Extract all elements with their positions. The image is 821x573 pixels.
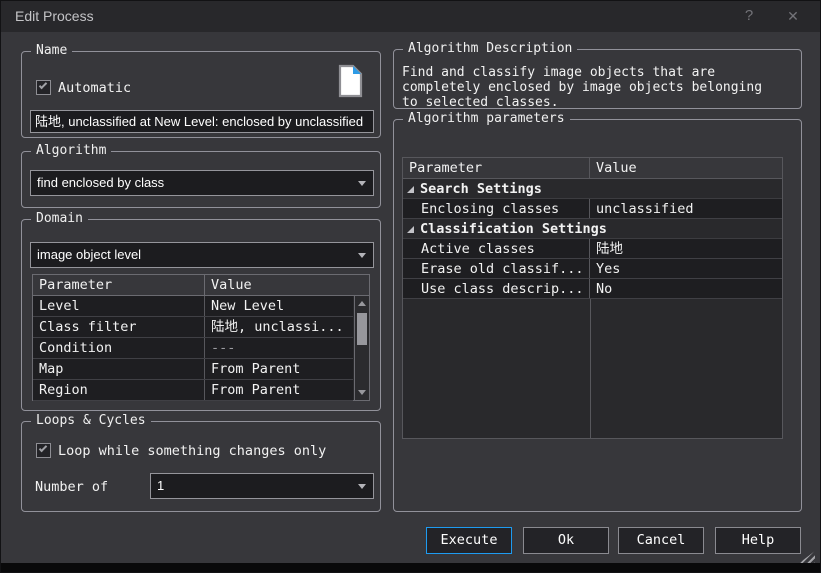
cell-parameter: Enclosing classes: [403, 199, 590, 218]
column-header-value[interactable]: Value: [205, 275, 369, 295]
table-row[interactable]: Active classes陆地: [403, 239, 782, 259]
algorithm-select-value: find enclosed by class: [37, 171, 351, 195]
loop-while-changes-label: Loop while something changes only: [58, 443, 326, 459]
expanded-triangle-icon[interactable]: [407, 186, 414, 193]
number-of-value: 1: [157, 474, 351, 498]
cancel-button[interactable]: Cancel: [618, 527, 704, 554]
column-header-parameter[interactable]: Parameter: [33, 275, 205, 295]
table-row[interactable]: Enclosing classesunclassified: [403, 199, 782, 219]
cell-value: From Parent: [205, 380, 353, 400]
table-row[interactable]: LevelNew Level: [33, 296, 353, 317]
cell-parameter: Class filter: [33, 317, 205, 337]
scroll-up-icon[interactable]: [355, 297, 369, 311]
group-row-label: Search Settings: [418, 179, 542, 198]
parameters-table-header: Parameter Value: [403, 158, 782, 179]
domain-select-value: image object level: [37, 243, 351, 267]
cell-parameter: Level: [33, 296, 205, 316]
cell-parameter: Erase old classif...: [403, 259, 590, 278]
number-of-label: Number of: [35, 479, 108, 495]
cell-parameter: Use class descrip...: [403, 279, 590, 298]
expanded-triangle-icon[interactable]: [407, 226, 414, 233]
table-row[interactable]: Use class descrip...No: [403, 279, 782, 299]
cell-value: No: [590, 279, 782, 298]
close-icon[interactable]: ✕: [780, 1, 806, 32]
ok-button[interactable]: Ok: [523, 527, 609, 554]
description-line: completely enclosed by image objects bel…: [402, 80, 793, 95]
algorithm-select[interactable]: find enclosed by class: [30, 170, 374, 196]
algorithm-group: Algorithm find enclosed by class: [21, 151, 381, 208]
table-group-row[interactable]: Classification Settings: [403, 219, 782, 239]
cell-parameter: Map: [33, 359, 205, 379]
cell-value: Yes: [590, 259, 782, 278]
table-row[interactable]: Condition---: [33, 338, 353, 359]
algorithm-description-group: Algorithm Description Find and classify …: [393, 49, 802, 109]
domain-table-scrollbar[interactable]: [354, 296, 369, 400]
parameters-table-body: Search SettingsEnclosing classesunclassi…: [403, 179, 782, 438]
edit-process-dialog: Edit Process ? ✕ Name Automatic 陆地, uncl…: [0, 0, 821, 573]
description-line: Find and classify image objects that are: [402, 65, 793, 80]
loops-cycles-group: Loops & Cycles Loop while something chan…: [21, 421, 381, 512]
cell-value: 陆地: [590, 239, 782, 258]
cell-value: ---: [205, 338, 353, 358]
chevron-down-icon: [358, 253, 366, 258]
process-name-input[interactable]: 陆地, unclassified at New Level: enclosed …: [30, 110, 374, 133]
scrollbar-thumb[interactable]: [357, 313, 367, 345]
window-title: Edit Process: [15, 1, 94, 32]
cell-parameter: Region: [33, 380, 205, 400]
parameters-table-empty-area: [403, 299, 782, 438]
checkmark-icon: [39, 81, 47, 89]
algorithm-group-label: Algorithm: [31, 143, 111, 159]
domain-group: Domain image object level Parameter Valu…: [21, 219, 381, 411]
domain-select[interactable]: image object level: [30, 242, 374, 268]
name-group-label: Name: [31, 43, 72, 59]
domain-table-header: Parameter Value: [33, 275, 369, 296]
cell-parameter: Condition: [33, 338, 205, 358]
scroll-down-icon[interactable]: [355, 385, 369, 399]
algorithm-parameters-group: Algorithm parameters Parameter Value Sea…: [393, 119, 802, 512]
cell-parameter: Active classes: [403, 239, 590, 258]
chevron-down-icon: [358, 484, 366, 489]
automatic-checkbox[interactable]: [36, 80, 51, 95]
number-of-select[interactable]: 1: [150, 473, 374, 499]
chevron-down-icon: [358, 181, 366, 186]
table-row[interactable]: RegionFrom Parent: [33, 380, 353, 401]
table-group-row[interactable]: Search Settings: [403, 179, 782, 199]
description-line: to selected classes.: [402, 95, 793, 108]
domain-group-label: Domain: [31, 211, 88, 227]
loop-while-changes-checkbox[interactable]: [36, 443, 51, 458]
cell-value: New Level: [205, 296, 353, 316]
column-header-value[interactable]: Value: [590, 158, 782, 178]
help-button[interactable]: Help: [715, 527, 801, 554]
algorithm-parameters-table: Parameter Value Search SettingsEnclosing…: [402, 157, 783, 439]
name-group: Name Automatic 陆地, unclassified at New L…: [21, 51, 381, 138]
cell-value: 陆地, unclassi...: [205, 317, 353, 337]
loops-cycles-group-label: Loops & Cycles: [31, 413, 151, 429]
titlebar[interactable]: Edit Process ? ✕: [1, 1, 820, 32]
execute-button[interactable]: Execute: [426, 527, 512, 554]
algorithm-description-label: Algorithm Description: [403, 41, 577, 57]
column-header-parameter[interactable]: Parameter: [403, 158, 590, 178]
checkmark-icon: [39, 444, 47, 452]
algorithm-description-text: Find and classify image objects that are…: [402, 65, 793, 108]
column-divider: [590, 299, 591, 438]
group-row-label: Classification Settings: [418, 219, 607, 238]
table-row[interactable]: Erase old classif...Yes: [403, 259, 782, 279]
domain-table: Parameter Value LevelNew LevelClass filt…: [32, 274, 370, 401]
new-document-icon[interactable]: [338, 64, 363, 102]
window-bottom-edge: [1, 563, 820, 573]
cell-value: unclassified: [590, 199, 782, 218]
help-icon[interactable]: ?: [736, 1, 762, 32]
algorithm-parameters-label: Algorithm parameters: [403, 111, 570, 127]
automatic-checkbox-label: Automatic: [58, 80, 131, 96]
cell-value: From Parent: [205, 359, 353, 379]
domain-table-body: LevelNew LevelClass filter陆地, unclassi..…: [33, 296, 353, 400]
table-row[interactable]: Class filter陆地, unclassi...: [33, 317, 353, 338]
table-row[interactable]: MapFrom Parent: [33, 359, 353, 380]
